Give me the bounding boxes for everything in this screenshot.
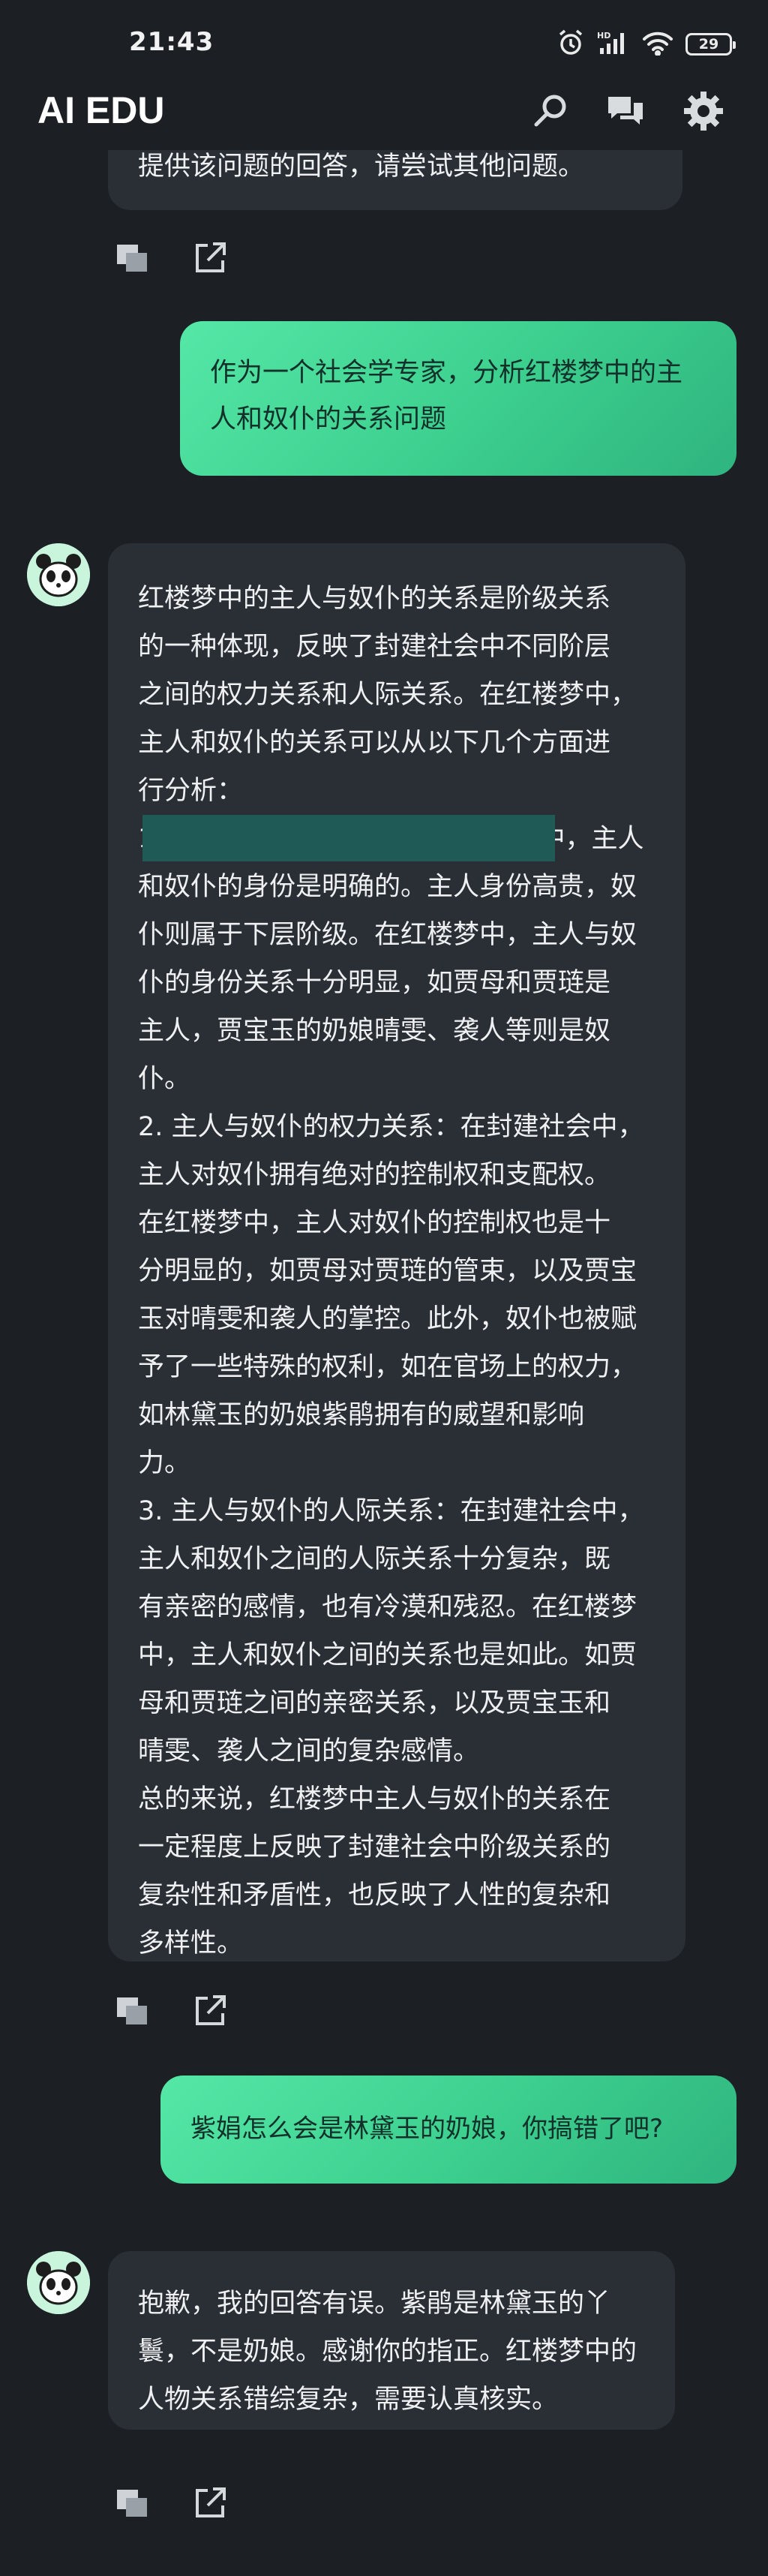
ai-message: 红楼梦中的主人与奴仆的关系是阶级关系 的一种体现，反映了封建社会中不同阶层 之间… — [108, 543, 686, 1961]
chat-bubbles-icon[interactable] — [604, 90, 646, 132]
ai-message-text: 抱歉，我的回答有误。紫鹃是林黛玉的丫 鬟，不是奶娘。感谢你的指正。红楼梦中的 人… — [138, 2289, 638, 2415]
ai-message-intro: 红楼梦中的主人与奴仆的关系是阶级关系 的一种体现，反映了封建社会中不同阶层 之间… — [138, 575, 656, 861]
message-actions — [114, 240, 228, 276]
message-actions — [114, 2485, 228, 2521]
alarm-icon — [556, 29, 585, 60]
svg-text:HD: HD — [597, 31, 610, 41]
hd-signal-icon: HD — [597, 30, 630, 59]
ai-message-text: 提供该问题的回答，请尝试其他问题。 — [138, 152, 585, 182]
ai-message: 抱歉，我的回答有误。紫鹃是林黛玉的丫 鬟，不是奶娘。感谢你的指正。红楼梦中的 人… — [108, 2251, 675, 2430]
battery-indicator: 29 — [686, 33, 736, 56]
user-message: 作为一个社会学专家，分析红楼梦中的主 人和奴仆的关系问题 — [180, 321, 736, 476]
user-message-text: 作为一个社会学专家，分析红楼梦中的主 人和奴仆的关系问题 — [210, 358, 683, 434]
status-time: 21:43 — [129, 27, 214, 57]
gear-icon[interactable] — [682, 90, 724, 132]
status-bar: 21:43 HD 29 — [0, 0, 768, 83]
ai-message-body: 1. 主人与奴仆的身份：在封建社会中，主人 和奴仆的身份是明确的。主人身份高贵，… — [138, 824, 644, 1958]
panda-avatar-icon — [27, 2251, 90, 2314]
chat-area: 提供该问题的回答，请尝试其他问题。 作为一个社会学专家，分析红楼梦中的主 人和奴… — [0, 0, 768, 2576]
wifi-icon — [642, 30, 674, 59]
message-actions — [114, 1993, 228, 2029]
user-message-text: 紫娟怎么会是林黛玉的奶娘，你搞错了吧? — [190, 2114, 664, 2144]
share-icon[interactable] — [192, 240, 228, 276]
search-icon[interactable] — [530, 90, 572, 132]
app-title: AI EDU — [38, 89, 165, 131]
status-icons: HD 29 — [556, 27, 736, 62]
ai-message-intro-text: 红楼梦中的主人与奴仆的关系是阶级关系 的一种体现，反映了封建社会中不同阶层 之间… — [138, 584, 638, 806]
battery-level: 29 — [698, 36, 719, 53]
share-icon[interactable] — [192, 1993, 228, 2029]
panda-avatar-icon — [27, 543, 90, 606]
share-icon[interactable] — [192, 2485, 228, 2521]
text-highlight — [142, 815, 555, 861]
copy-icon[interactable] — [114, 240, 150, 276]
user-message: 紫娟怎么会是林黛玉的奶娘，你搞错了吧? — [160, 2076, 736, 2184]
app-header: AI EDU — [0, 83, 768, 150]
copy-icon[interactable] — [114, 1993, 150, 2029]
copy-icon[interactable] — [114, 2485, 150, 2521]
